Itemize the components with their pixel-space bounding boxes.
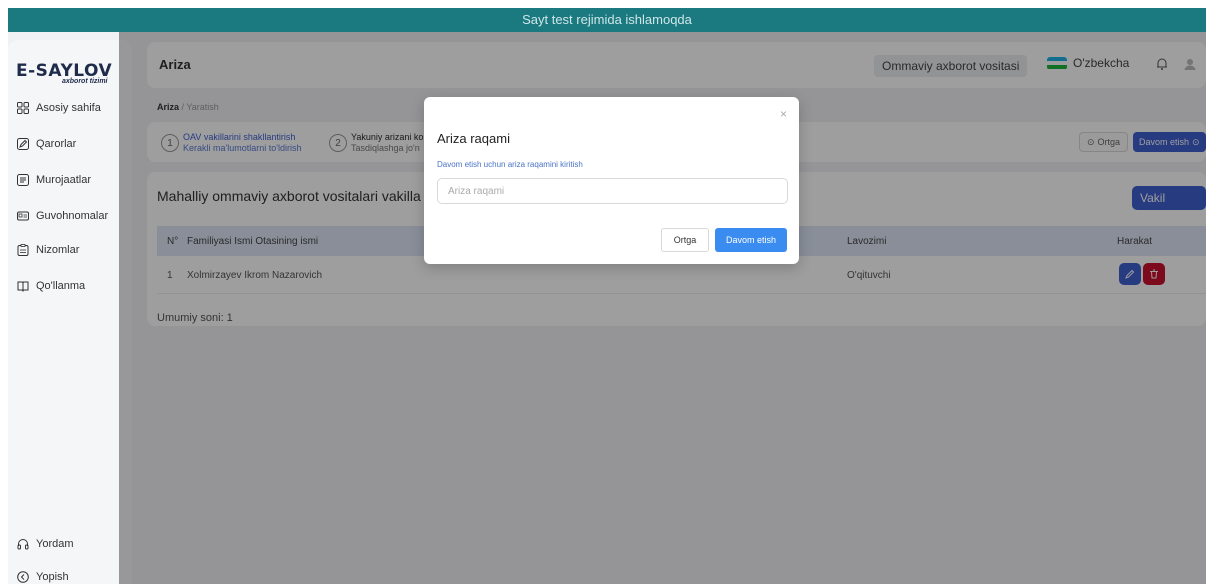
grid-icon bbox=[16, 101, 30, 115]
sidebar-item-qarorlar[interactable]: Qarorlar bbox=[16, 134, 76, 154]
modal-back-button[interactable]: Ortga bbox=[661, 228, 709, 252]
sidebar-item-nizomlar[interactable]: Nizomlar bbox=[16, 240, 79, 260]
logo[interactable]: E-SAYLOV axborot tizimi bbox=[16, 62, 112, 88]
sidebar-item-guvohnomalar[interactable]: Guvohnomalar bbox=[16, 206, 108, 226]
sidebar-item-murojaatlar[interactable]: Murojaatlar bbox=[16, 170, 91, 190]
modal-title: Ariza raqami bbox=[437, 131, 510, 146]
book-icon bbox=[16, 279, 30, 293]
sidebar-item-label: Asosiy sahifa bbox=[36, 102, 101, 114]
edit-icon bbox=[16, 137, 30, 151]
sidebar-item-asosiy-sahifa[interactable]: Asosiy sahifa bbox=[16, 98, 101, 118]
sidebar-item-qollanma[interactable]: Qo'llanma bbox=[16, 276, 85, 296]
document-icon bbox=[16, 173, 30, 187]
logo-tagline: axborot tizimi bbox=[62, 78, 108, 85]
sidebar-item-label: Qo'llanma bbox=[36, 280, 86, 292]
collapse-icon bbox=[16, 570, 30, 584]
application-number-modal: × Ariza raqami Davom etish uchun ariza r… bbox=[424, 97, 799, 264]
clipboard-icon bbox=[16, 243, 30, 257]
close-icon[interactable]: × bbox=[780, 107, 787, 121]
test-mode-banner: Sayt test rejimida ishlamoqda bbox=[8, 8, 1206, 32]
sidebar-item-yopish[interactable]: Yopish bbox=[16, 567, 69, 584]
sidebar-item-label: Yordam bbox=[36, 538, 74, 550]
sidebar-item-yordam[interactable]: Yordam bbox=[16, 534, 74, 554]
sidebar-item-label: Nizomlar bbox=[36, 244, 80, 256]
sidebar-item-label: Guvohnomalar bbox=[36, 210, 109, 222]
sidebar-item-label: Yopish bbox=[36, 571, 69, 583]
id-card-icon bbox=[16, 209, 30, 223]
headphones-icon bbox=[16, 537, 30, 551]
sidebar-item-label: Murojaatlar bbox=[36, 174, 92, 186]
sidebar-item-label: Qarorlar bbox=[36, 138, 77, 150]
application-number-input[interactable] bbox=[437, 178, 788, 204]
modal-continue-button[interactable]: Davom etish bbox=[715, 228, 787, 252]
sidebar: E-SAYLOV axborot tizimi Asosiy sahifa Qa… bbox=[8, 40, 132, 584]
modal-field-label: Davom etish uchun ariza raqamini kiritis… bbox=[437, 160, 583, 169]
